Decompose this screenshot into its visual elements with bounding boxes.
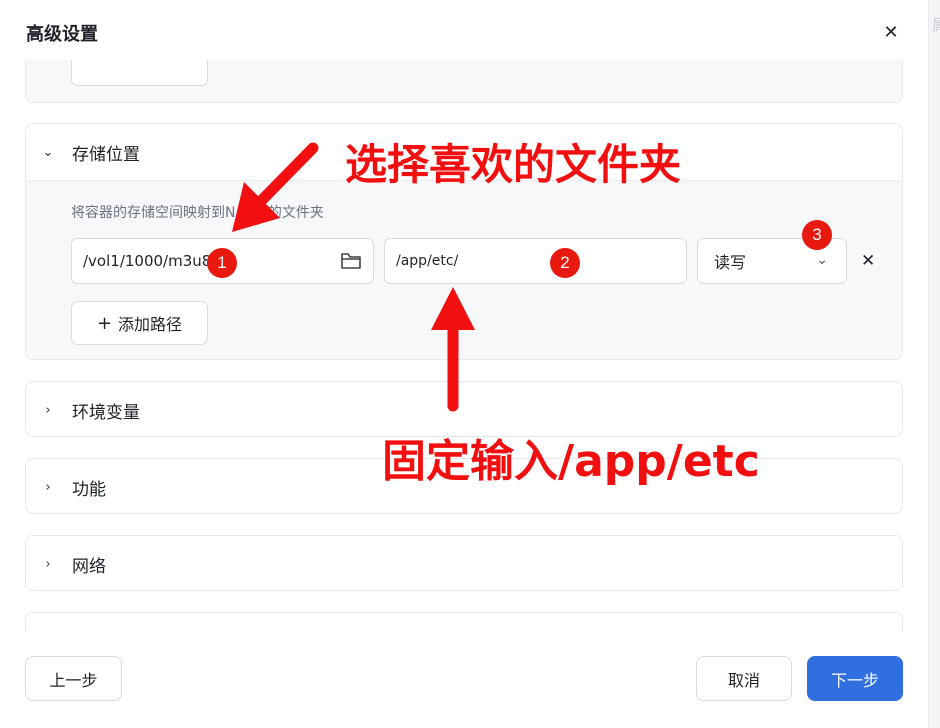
folder-icon[interactable]	[340, 251, 362, 275]
add-path-button[interactable]: + 添加路径	[71, 301, 208, 345]
storage-section-title: 存储位置	[72, 144, 140, 165]
host-path-value: /vol1/1000/m3u8	[83, 252, 212, 270]
add-path-label: 添加路径	[118, 315, 183, 334]
chevron-right-icon: ›	[45, 402, 51, 418]
prev-step-button[interactable]: 上一步	[25, 656, 122, 701]
annotation-fixed-input: 固定输入/app/etc	[382, 436, 760, 487]
mode-select-value: 读写	[714, 253, 747, 272]
network-section-title: 网络	[72, 556, 106, 577]
chevron-down-icon: ⌄	[42, 144, 54, 160]
dialog-title: 高级设置	[26, 24, 98, 45]
background-window-edge: 属	[928, 0, 940, 728]
close-icon[interactable]: ✕	[880, 22, 902, 44]
container-path-value: /app/etc/	[396, 253, 459, 269]
plus-icon: +	[96, 312, 113, 334]
annotation-badge-3: 3	[802, 220, 832, 250]
annotation-choose-folder: 选择喜欢的文件夹	[345, 140, 682, 189]
annotation-badge-1: 1	[207, 248, 237, 278]
network-section[interactable]: › 网络	[25, 535, 903, 591]
chevron-right-icon: ›	[45, 479, 51, 495]
background-text: 属	[932, 14, 940, 35]
next-step-button[interactable]: 下一步	[807, 656, 903, 701]
storage-section-body: 将容器的存储空间映射到NAS上的文件夹 /vol1/1000/m3u8 /app…	[26, 180, 902, 359]
storage-description: 将容器的存储空间映射到NAS上的文件夹	[71, 205, 324, 221]
previous-section-button[interactable]	[71, 60, 208, 86]
next-section-panel[interactable]	[25, 612, 903, 632]
remove-path-icon[interactable]: ✕	[861, 251, 875, 271]
function-section-title: 功能	[72, 479, 106, 500]
chevron-right-icon: ›	[45, 556, 51, 572]
cancel-button[interactable]: 取消	[696, 656, 792, 701]
advanced-settings-dialog: 高级设置 ✕ ⌄ 存储位置 将容器的存储空间映射到NAS上的文件夹 /vol1/…	[0, 0, 928, 728]
previous-section-panel	[25, 60, 903, 103]
chevron-down-icon: ⌄	[816, 252, 828, 268]
env-section-title: 环境变量	[72, 402, 140, 423]
container-path-field[interactable]: /app/etc/	[384, 238, 687, 284]
network-section-header[interactable]: › 网络	[26, 536, 902, 592]
annotation-badge-2: 2	[550, 248, 580, 278]
